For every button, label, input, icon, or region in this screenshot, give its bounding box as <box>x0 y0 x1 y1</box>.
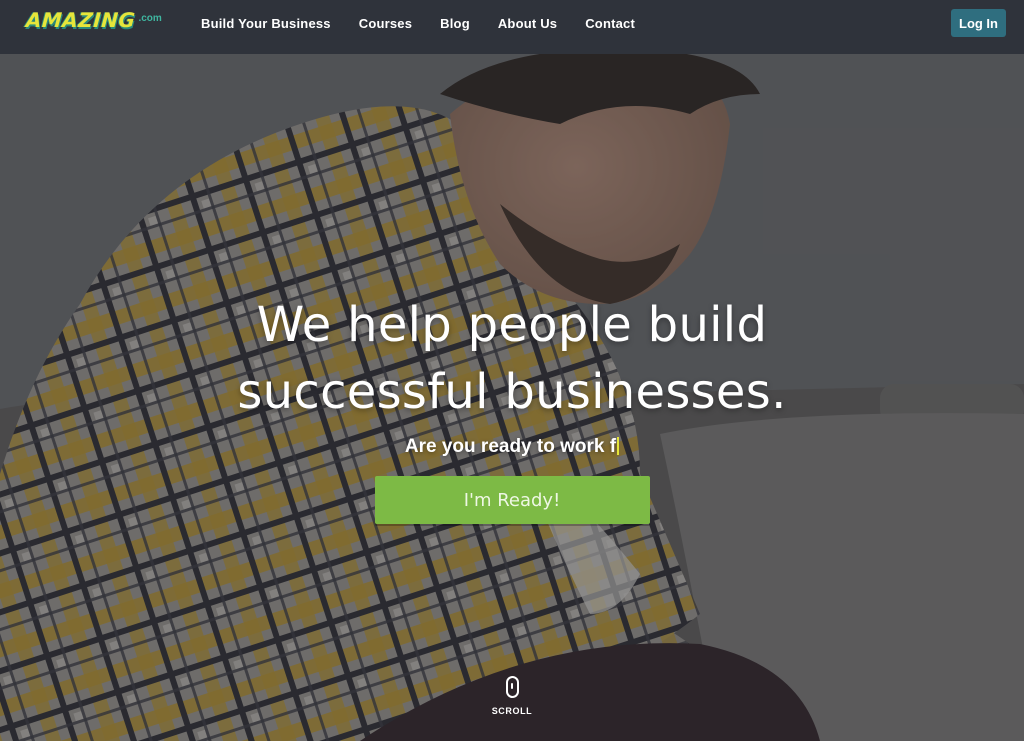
scroll-label: SCROLL <box>491 706 533 716</box>
scroll-indicator[interactable]: SCROLL <box>0 676 1024 716</box>
nav-blog[interactable]: Blog <box>440 16 470 31</box>
top-navigation-bar: AMAZING .com Build Your Business Courses… <box>0 0 1024 54</box>
nav-build-your-business[interactable]: Build Your Business <box>201 16 331 31</box>
nav-courses[interactable]: Courses <box>359 16 412 31</box>
main-menu: Build Your Business Courses Blog About U… <box>201 0 663 46</box>
hero-tagline-text: Are you ready to work f <box>404 436 617 457</box>
site-logo[interactable]: AMAZING .com <box>25 8 162 36</box>
login-button[interactable]: Log In <box>951 9 1006 37</box>
nav-contact[interactable]: Contact <box>585 16 635 31</box>
mouse-scroll-icon <box>505 676 519 698</box>
hero-section: We help people build successful business… <box>0 54 1024 741</box>
nav-about-us[interactable]: About Us <box>498 16 557 31</box>
im-ready-button[interactable]: I'm Ready! <box>374 476 650 524</box>
logo-wordmark: AMAZING <box>25 8 137 32</box>
hero-headline: We help people build successful business… <box>0 292 1024 426</box>
hero-content: We help people build successful business… <box>0 292 1024 524</box>
hero-typing-tagline: Are you ready to work f <box>0 436 1024 462</box>
logo-suffix: .com <box>138 13 162 24</box>
hero-headline-line-1: We help people build <box>256 297 768 353</box>
typing-caret <box>617 437 620 455</box>
hero-headline-line-2: successful businesses. <box>237 364 787 420</box>
